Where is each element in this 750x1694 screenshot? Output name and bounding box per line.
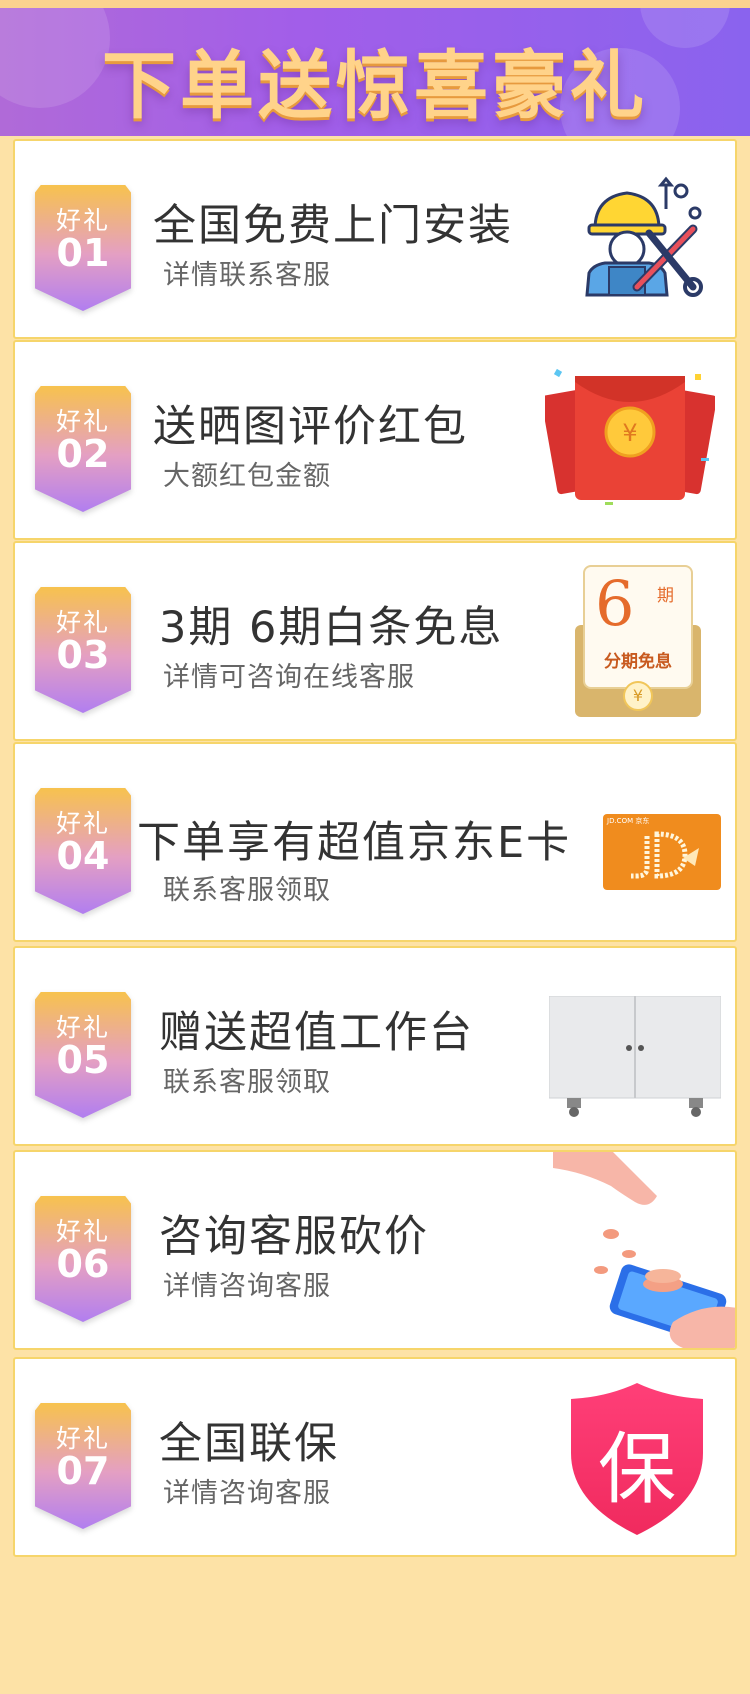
gift-subtitle: 大额红包金额 (163, 461, 331, 492)
promo-page: 下单送惊喜豪礼 好礼 01 全国免费上门安装 详情联系客服 好礼 02 送晒图评… (0, 0, 750, 1694)
red-envelope-icon: ¥ (545, 368, 715, 505)
jd-card-icon: JD.COM 京东 (603, 814, 721, 890)
installment-number: 6 (595, 567, 635, 640)
top-strip (0, 0, 750, 8)
svg-text:¥: ¥ (622, 419, 637, 447)
gift-card-bargain[interactable]: 好礼 06 咨询客服砍价 详情咨询客服 (13, 1150, 737, 1350)
gift-subtitle: 联系客服领取 (163, 875, 331, 906)
gift-title: 全国联保 (159, 1419, 339, 1469)
installment-unit: 期 (657, 586, 674, 606)
badge-number: 06 (56, 1242, 110, 1286)
gift-badge: 好礼 05 (35, 992, 131, 1118)
currency-icon: ¥ (623, 681, 653, 711)
gift-title: 3期 6期白条免息 (159, 603, 504, 653)
gift-badge: 好礼 01 (35, 185, 131, 311)
gift-card-warranty[interactable]: 好礼 07 全国联保 详情咨询客服 保 (13, 1357, 737, 1557)
badge-number: 07 (56, 1449, 110, 1493)
gift-card-installment[interactable]: 好礼 03 3期 6期白条免息 详情可咨询在线客服 6 期 分期免息 ¥ (13, 541, 737, 741)
gift-subtitle: 详情联系客服 (163, 260, 331, 291)
gift-title: 咨询客服砍价 (159, 1212, 429, 1262)
gift-title: 下单享有超值京东E卡 (137, 818, 572, 868)
gift-title: 赠送超值工作台 (159, 1008, 474, 1058)
gift-card-installation[interactable]: 好礼 01 全国免费上门安装 详情联系客服 (13, 139, 737, 339)
gift-subtitle: 详情咨询客服 (163, 1271, 331, 1302)
warranty-shield-icon: 保 (567, 1381, 707, 1537)
workbench-icon (549, 996, 721, 1117)
gift-title: 全国免费上门安装 (153, 201, 513, 251)
gift-title: 送晒图评价红包 (153, 402, 468, 452)
gift-badge: 好礼 06 (35, 1196, 131, 1322)
badge-number: 02 (56, 432, 110, 476)
gift-badge: 好礼 04 (35, 788, 131, 914)
gift-badge: 好礼 03 (35, 587, 131, 713)
gift-card-workbench[interactable]: 好礼 05 赠送超值工作台 联系客服领取 (13, 946, 737, 1146)
warranty-char: 保 (597, 1425, 676, 1515)
installment-caption: 分期免息 (604, 652, 672, 672)
hand-coins-icon (553, 1152, 735, 1348)
installer-icon (585, 176, 703, 297)
gift-subtitle: 联系客服领取 (163, 1067, 331, 1098)
gift-card-red-envelope[interactable]: 好礼 02 送晒图评价红包 大额红包金额 ¥ (13, 340, 737, 540)
gift-badge: 好礼 02 (35, 386, 131, 512)
badge-number: 05 (56, 1038, 110, 1082)
gift-card-jd-ecard[interactable]: 好礼 04 下单享有超值京东E卡 联系客服领取 JD.COM 京东 (13, 742, 737, 942)
installment-icon: 6 期 分期免息 ¥ (575, 565, 701, 717)
gift-badge: 好礼 07 (35, 1403, 131, 1529)
badge-number: 04 (56, 834, 110, 878)
gift-subtitle: 详情咨询客服 (163, 1478, 331, 1509)
banner-title: 下单送惊喜豪礼 (102, 43, 648, 129)
badge-number: 01 (56, 231, 110, 275)
badge-number: 03 (56, 633, 110, 677)
promo-banner: 下单送惊喜豪礼 (0, 8, 750, 136)
gift-subtitle: 详情可咨询在线客服 (163, 662, 415, 693)
